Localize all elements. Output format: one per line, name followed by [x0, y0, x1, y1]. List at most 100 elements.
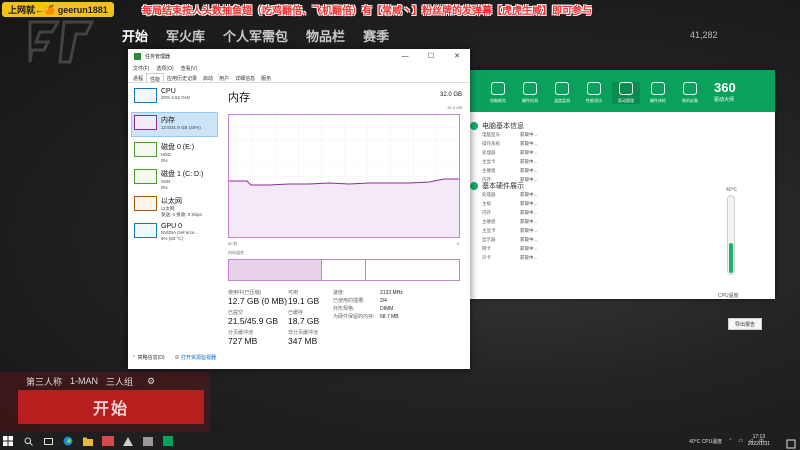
- notification-icon[interactable]: [786, 436, 796, 449]
- tab-temperature[interactable]: 温度监测: [548, 82, 576, 104]
- gear-icon[interactable]: ⚙: [147, 376, 155, 387]
- info-row-value: 获取中...: [520, 168, 538, 173]
- sidebar-item-net[interactable]: 以太网 以太网 发送: 0 接收: 0 Kbps: [132, 194, 217, 217]
- driver-master-taskbar-icon[interactable]: [160, 432, 176, 450]
- info-row-key: 主显卡: [482, 228, 496, 233]
- task-manager-taskbar-icon[interactable]: [140, 432, 156, 450]
- menu-file[interactable]: 文件(F): [133, 65, 149, 72]
- mode-bar[interactable]: 第三人称 1-MAN 三人组 ⚙: [16, 373, 210, 389]
- sidebar-item-disk[interactable]: 磁盘 0 (E:) HDD 0%: [132, 140, 217, 163]
- mode-squad[interactable]: 三人组: [106, 375, 133, 388]
- thermometer-icon: [555, 82, 569, 95]
- info-row-value: 获取中...: [520, 210, 538, 215]
- cpu-temp-tray[interactable]: 40°C CPU温度: [689, 438, 722, 445]
- resource-monitor-link[interactable]: ⊘ 打开资源监视器: [175, 354, 216, 361]
- info-row-key: 声卡: [482, 255, 491, 260]
- sidebar-item-text: 内存 12.8/31.9 GB (40%): [161, 115, 201, 134]
- sidebar-item-cpu[interactable]: CPU 20% 4.52 GHz: [132, 86, 217, 109]
- close-icon[interactable]: ✕: [444, 49, 470, 63]
- windows-start-icon[interactable]: [0, 432, 16, 450]
- window-title: 任务管理器: [145, 53, 171, 60]
- sidebar-item-text: 磁盘 0 (E:) HDD 0%: [161, 142, 195, 163]
- menu-view[interactable]: 查看(V): [181, 65, 198, 72]
- task-manager-titlebar[interactable]: 任务管理器 — ☐ ✕: [128, 49, 470, 63]
- game-currency: 41,282: [690, 30, 718, 40]
- menu-options[interactable]: 选项(O): [156, 65, 173, 72]
- game-nav-pack[interactable]: 个人军需包: [223, 26, 288, 45]
- tab-drivers[interactable]: 驱动管理: [612, 82, 640, 104]
- sidebar-item-disk[interactable]: 磁盘 1 (C: D:) SSD 0%: [132, 167, 217, 190]
- tray-chevron-icon[interactable]: ⌃: [728, 438, 732, 444]
- info-row-key: 处理器: [482, 192, 496, 197]
- sidebar-item-mem[interactable]: 内存 12.8/31.9 GB (40%): [131, 112, 218, 137]
- mode-team[interactable]: 1-MAN: [70, 376, 98, 386]
- tab-checkup[interactable]: 硬件体检: [644, 82, 672, 104]
- total-capacity: 32.0 GB: [439, 92, 462, 98]
- network-icon[interactable]: ▭: [738, 438, 743, 444]
- info-row-value: 获取中...: [520, 219, 538, 224]
- game-nav: 开始 军火库 个人军需包 物品栏 赛季: [122, 26, 389, 45]
- tab-services[interactable]: 服务: [258, 73, 274, 82]
- sidebar-item-text: 磁盘 1 (C: D:) SSD 0%: [161, 169, 203, 190]
- maximize-icon[interactable]: ☐: [418, 49, 444, 63]
- stream-badge: 上网就←🍊 geerun1881: [2, 2, 114, 17]
- info-row-value: 获取中...: [520, 132, 538, 137]
- game-nav-season[interactable]: 赛季: [363, 26, 389, 45]
- tab-essentials[interactable]: 装机必备: [676, 82, 704, 104]
- thermometer-gauge: [727, 195, 735, 275]
- composition-used: [229, 260, 322, 280]
- game-nav-inventory[interactable]: 物品栏: [306, 26, 345, 45]
- tab-details[interactable]: 详细信息: [232, 73, 258, 82]
- driver-icon: [619, 82, 633, 95]
- tab-performance[interactable]: 性能: [146, 73, 165, 83]
- clock-time: 17:13: [752, 434, 766, 440]
- info-row-key: 主板: [482, 201, 491, 206]
- info-row: 操作系统 获取中...: [482, 141, 537, 150]
- mode-perspective[interactable]: 第三人称: [26, 375, 62, 388]
- tab-hardware[interactable]: 硬件检测: [516, 82, 544, 104]
- search-icon[interactable]: [20, 432, 36, 450]
- tab-overview[interactable]: 电脑概览: [484, 82, 512, 104]
- minimize-icon[interactable]: —: [392, 49, 418, 63]
- gauge-icon: [587, 82, 601, 95]
- stat-paged-pool: 分页缓冲池 727 MB: [228, 330, 258, 346]
- info-row-value: 获取中...: [520, 141, 538, 146]
- app-red-icon[interactable]: [100, 432, 116, 450]
- task-view-icon[interactable]: [40, 432, 56, 450]
- sidebar-item-name: 以太网: [161, 198, 182, 205]
- info-row: 主硬盘 获取中...: [482, 168, 537, 177]
- info-row: 显示器 获取中...: [482, 237, 537, 246]
- folder-icon[interactable]: [80, 432, 96, 450]
- info-row-value: 获取中...: [520, 237, 538, 242]
- shield-icon: [651, 82, 665, 95]
- sidebar-item-gpu[interactable]: GPU 0 NVIDIA GeForce... 6% (83 °C): [132, 221, 217, 244]
- info-row: 内存 获取中...: [482, 210, 537, 219]
- edge-icon[interactable]: [60, 432, 76, 450]
- graph-max-label: 31.9 GB: [447, 105, 462, 110]
- tab-benchmark[interactable]: 性能测试: [580, 82, 608, 104]
- panel-heading: 内存: [228, 92, 250, 104]
- axis-right-label: 0: [457, 241, 460, 246]
- tab-startup[interactable]: 启动: [200, 73, 216, 82]
- info-row: 处理器 获取中...: [482, 150, 537, 159]
- temperature-label: CPU温度: [718, 293, 739, 299]
- start-button[interactable]: 开始: [18, 390, 204, 424]
- sidebar-item-name: GPU 0: [161, 223, 183, 230]
- sidebar-item-text: CPU 20% 4.52 GHz: [161, 88, 190, 107]
- stat-committed: 已提交 21.5/45.9 GB: [228, 310, 279, 326]
- tab-app-history[interactable]: 应用历史记录: [164, 73, 200, 82]
- clock[interactable]: 17:13 2022/1/31: [748, 434, 770, 448]
- game-icon[interactable]: [120, 432, 136, 450]
- thermometer-fill: [729, 243, 733, 273]
- sidebar-item-name: 磁盘 0 (E:): [161, 144, 195, 151]
- tab-processes[interactable]: 进程: [130, 73, 146, 82]
- tab-users[interactable]: 用户: [216, 73, 232, 82]
- fewer-details-toggle[interactable]: ⌃ 简略信息(D): [132, 354, 165, 361]
- info-row-key: 主硬盘: [482, 219, 496, 224]
- game-nav-armory[interactable]: 军火库: [166, 26, 205, 45]
- info-row-key: 主硬盘: [482, 168, 496, 173]
- export-report-button[interactable]: 导出报告: [728, 318, 762, 330]
- game-nav-start[interactable]: 开始: [122, 26, 148, 45]
- resource-sidebar: CPU 20% 4.52 GHz 内存 12.8/31.9 GB (40%) 磁盘 0 …: [131, 86, 218, 248]
- info-row: 主显卡 获取中...: [482, 159, 537, 168]
